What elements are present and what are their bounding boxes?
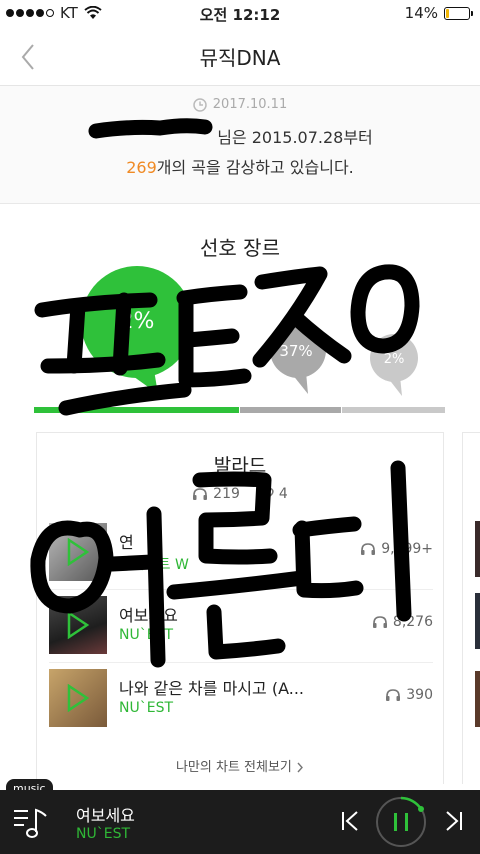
summary-date-row: 2017.10.11: [0, 97, 480, 112]
song-title: 여보세요: [119, 606, 178, 625]
see-all-link[interactable]: 나만의 차트 전체보기: [37, 756, 443, 775]
headphones-icon: [193, 488, 208, 500]
play-icon[interactable]: [66, 538, 90, 566]
genre-label-secondary: 37%: [279, 342, 312, 360]
nav-bar: 뮤직DNA: [0, 28, 480, 86]
song-title: 나와 같은 차를 마시고 (A...: [119, 679, 304, 698]
play-icon[interactable]: [66, 684, 90, 712]
genre-bar-tertiary: [342, 407, 445, 413]
genre-chart: 2% 37% 2%: [34, 266, 445, 413]
song-plays: 8,276: [372, 614, 433, 630]
song-artist: NU`EST: [119, 627, 174, 643]
headphones-icon: [372, 616, 387, 628]
song-plays-count: 9,999+: [381, 541, 433, 557]
album-art: [49, 523, 107, 581]
status-bar: KT 오전 12:12 14%: [0, 0, 480, 28]
player-artist: NU`EST: [76, 826, 131, 842]
genre-bubble-tertiary-tail: [388, 376, 402, 396]
list-item[interactable]: 연 뉴이스트 W 9,999+: [49, 517, 433, 590]
battery-icon: [444, 6, 473, 20]
card-plays: 219: [192, 486, 240, 502]
song-title: 연: [119, 533, 134, 552]
song-artist: 뉴이스트 W: [119, 557, 189, 573]
card-stats: 219 4: [37, 486, 443, 502]
card-title: 발라드: [213, 455, 267, 477]
genre-section-title: 선호 장르: [200, 236, 280, 260]
genre-card-ballad[interactable]: 발라드 219 4 연 뉴이스트 W 9,999+ 여보세요 NU`EST 8,…: [36, 432, 444, 784]
summary-line-2: 269개의 곡을 감상하고 있습니다.: [0, 154, 480, 178]
listening-summary: 2017.10.11 님은 2015.07.28부터 269개의 곡을 감상하고…: [0, 86, 480, 204]
album-art: [49, 596, 107, 654]
song-plays: 9,999+: [360, 541, 433, 557]
card-likes: 4: [258, 486, 288, 502]
album-art: [475, 521, 480, 577]
summary-count-text: 개의 곡을 감상하고 있습니다.: [156, 158, 354, 177]
album-art: [475, 671, 480, 727]
card-plays-count: 219: [213, 486, 240, 502]
play-icon[interactable]: [66, 611, 90, 639]
song-plays: 390: [385, 687, 433, 703]
heart-icon: [258, 487, 274, 501]
genre-bubble-secondary-tail: [292, 372, 308, 394]
song-plays-count: 390: [406, 687, 433, 703]
pause-button[interactable]: [375, 796, 427, 848]
song-list: 연 뉴이스트 W 9,999+ 여보세요 NU`EST 8,276 나와 같은 …: [49, 517, 433, 736]
summary-since-text: 님은 2015.07.28부터: [217, 128, 373, 147]
next-genre-card[interactable]: [462, 432, 480, 784]
genre-bubble-primary-tail: [130, 370, 158, 394]
genre-bar-secondary: [240, 407, 341, 413]
status-right: 14%: [404, 4, 473, 22]
song-plays-count: 8,276: [392, 614, 433, 630]
headphones-icon: [361, 543, 376, 555]
summary-line-1: 님은 2015.07.28부터: [0, 124, 480, 148]
see-all-label: 나만의 차트 전체보기: [175, 760, 292, 775]
summary-date: 2017.10.11: [212, 97, 288, 112]
battery-percent: 14%: [404, 4, 438, 22]
battery-fill: [446, 8, 449, 18]
playlist-icon[interactable]: [14, 806, 50, 844]
card-likes-count: 4: [278, 486, 288, 502]
song-count: 269: [126, 158, 157, 177]
player-title: 여보세요: [76, 806, 135, 825]
genre-bar-primary: [34, 407, 239, 413]
genre-label-primary: 2%: [120, 309, 155, 334]
genre-label-tertiary: 2%: [384, 352, 405, 367]
mini-player[interactable]: 여보세요 NU`EST: [0, 790, 480, 854]
next-icon[interactable]: [444, 810, 464, 832]
album-art: [49, 669, 107, 727]
headphones-icon: [386, 689, 401, 701]
list-item[interactable]: 나와 같은 차를 마시고 (A... NU`EST 390: [49, 663, 433, 736]
song-artist: NU`EST: [119, 700, 174, 716]
chevron-right-icon: [297, 762, 303, 773]
album-art: [475, 593, 480, 649]
page-title: 뮤직DNA: [199, 46, 281, 70]
list-item[interactable]: 여보세요 NU`EST 8,276: [49, 590, 433, 663]
clock-icon: [193, 97, 207, 112]
previous-icon[interactable]: [340, 810, 360, 832]
